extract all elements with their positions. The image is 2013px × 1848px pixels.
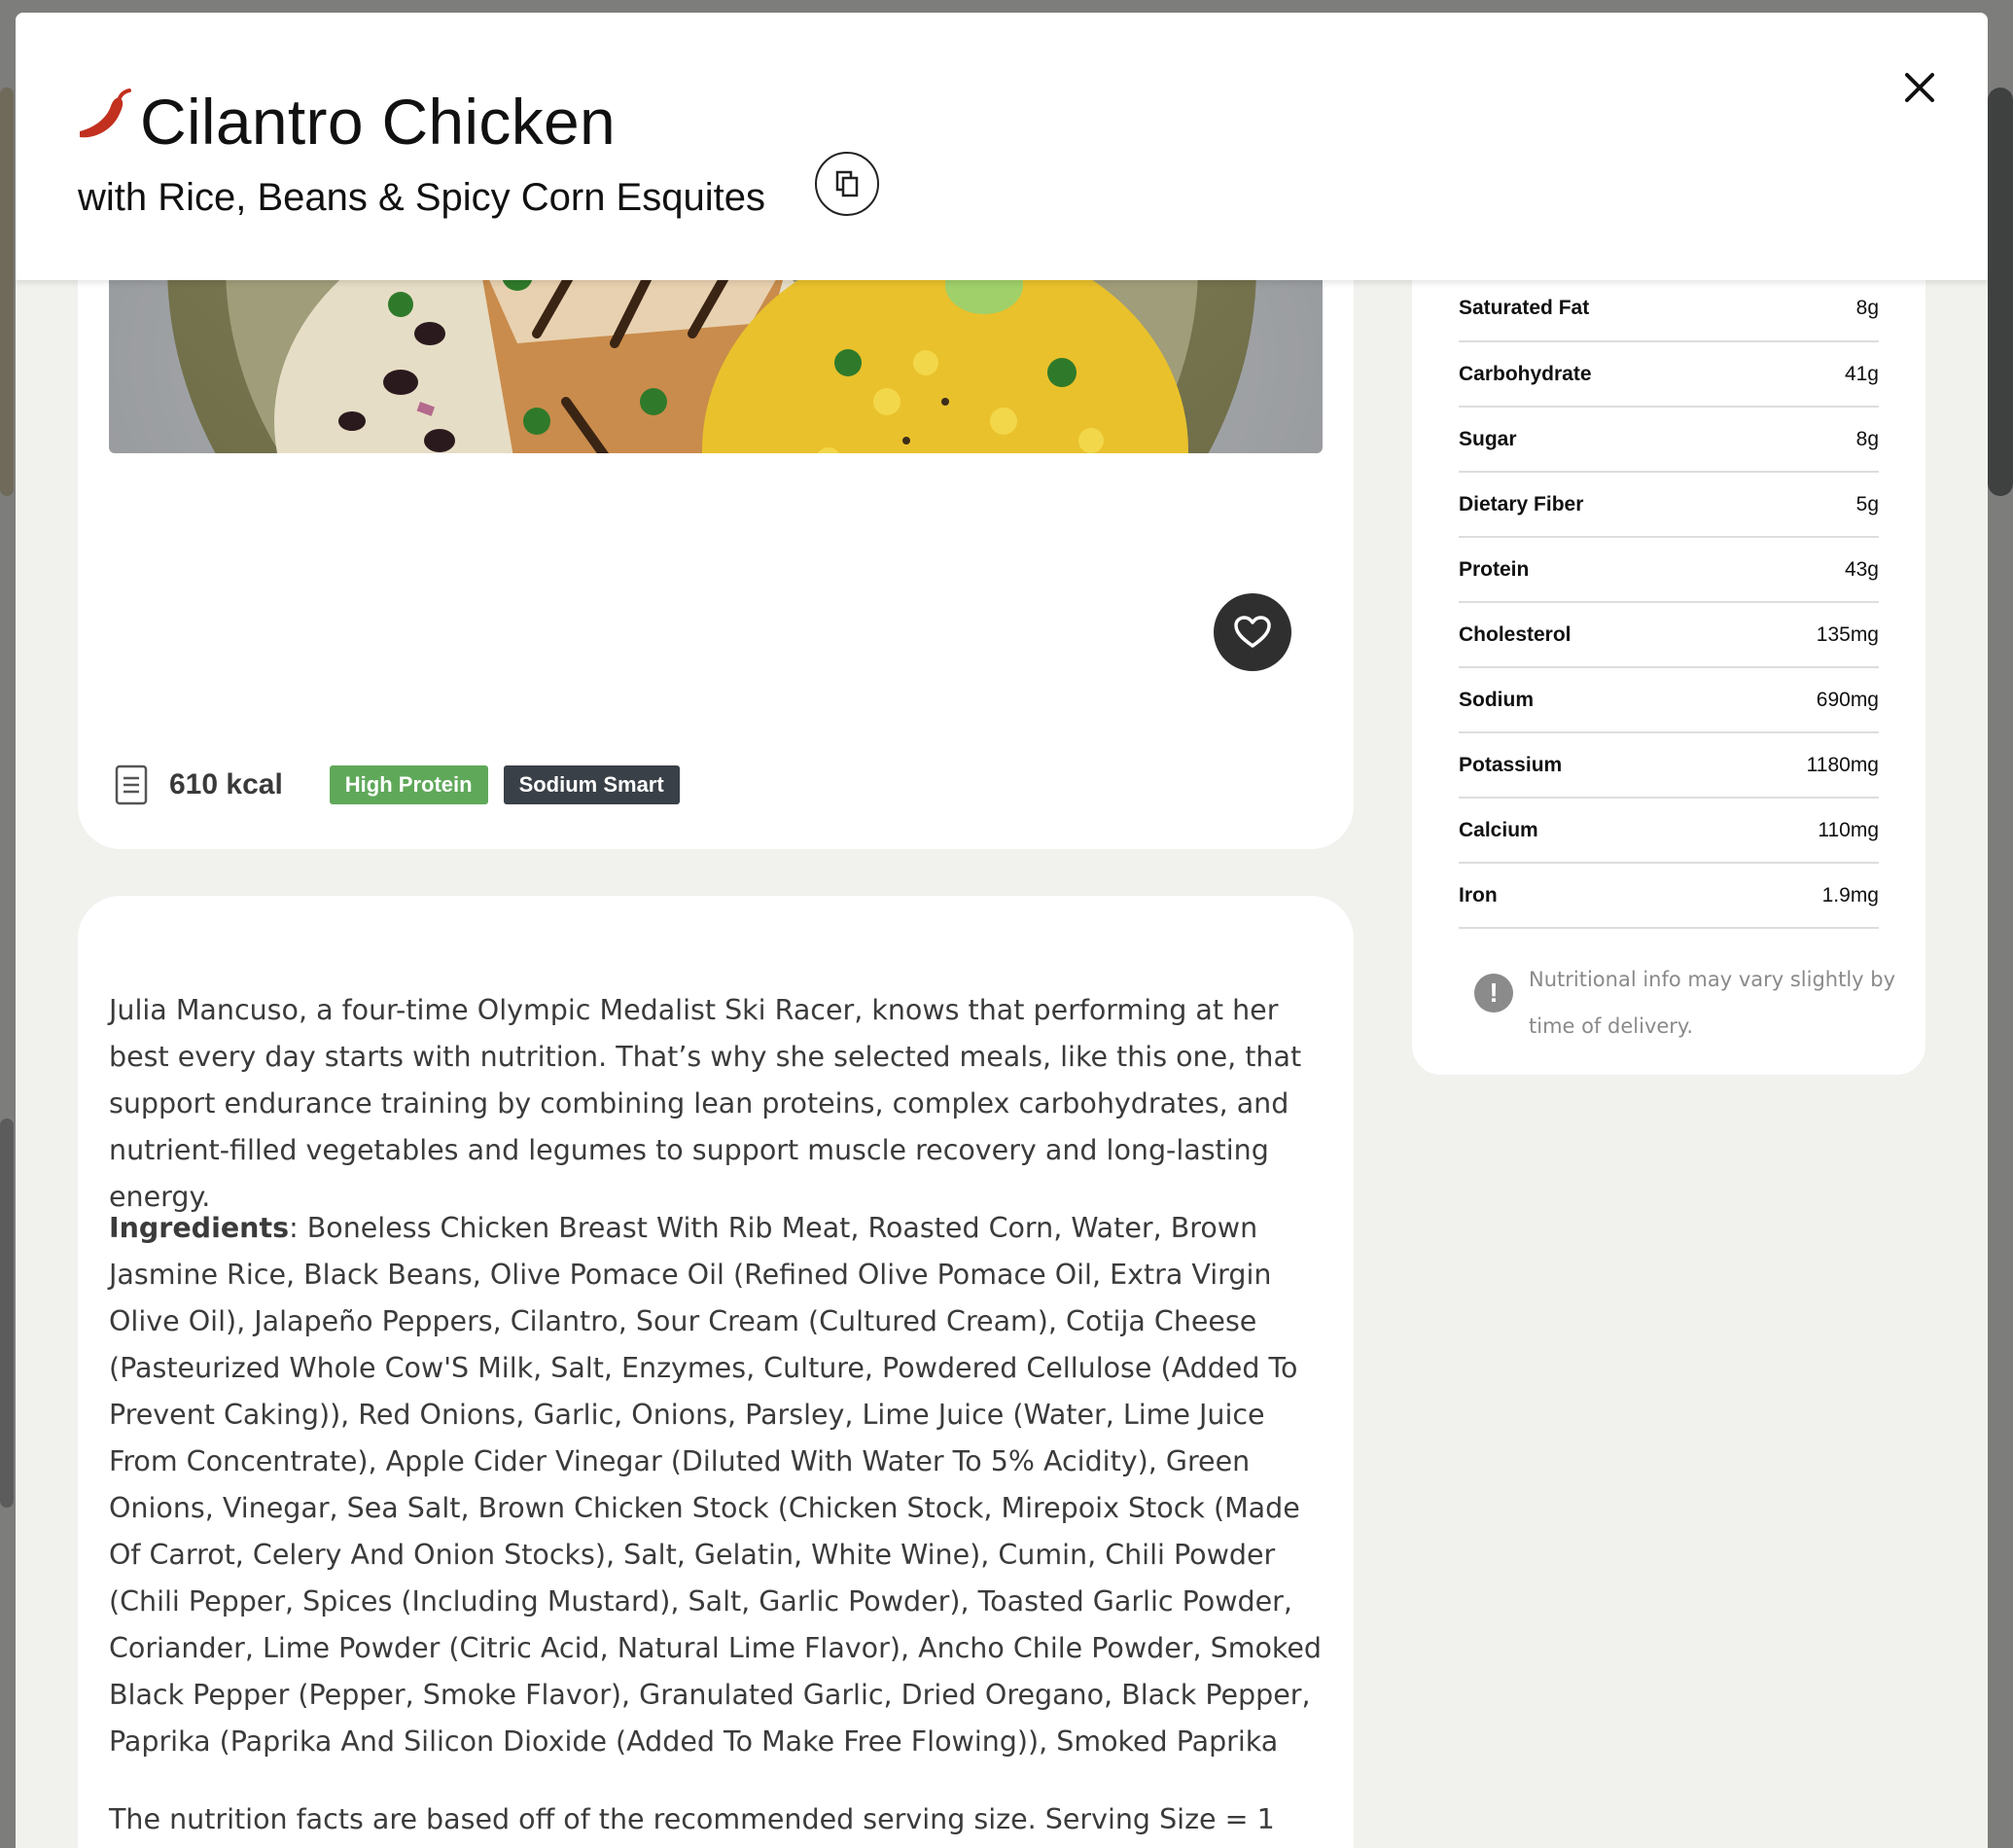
ingredients-list: Ingredients: Boneless Chicken Breast Wit… [109, 1205, 1334, 1765]
nutrition-row: Protein 43g [1459, 538, 1879, 603]
nutrient-value: 1180mg [1806, 753, 1879, 776]
nutrition-row: Sodium 690mg [1459, 668, 1879, 733]
ingredients-text: : Boneless Chicken Breast With Rib Meat,… [109, 1212, 1323, 1758]
nutrient-value: 43g [1844, 557, 1879, 581]
nutrition-label-icon [115, 764, 148, 805]
nutrition-row: Calcium 110mg [1459, 799, 1879, 864]
nutrient-value: 8g [1855, 427, 1879, 450]
nutrient-value: 1.9mg [1821, 883, 1879, 906]
meal-title: Cilantro Chicken [140, 86, 617, 158]
meal-detail-modal: Cilantro Chicken with Rice, Beans & Spic… [16, 13, 1988, 1848]
nutrition-row: Dietary Fiber 5g [1459, 473, 1879, 538]
ingredients-label: Ingredients [109, 1212, 290, 1244]
nutrient-name: Carbohydrate [1459, 362, 1592, 385]
nutrient-name: Sodium [1459, 688, 1534, 711]
copy-button[interactable] [815, 152, 879, 216]
nutrition-row: Sugar 8g [1459, 408, 1879, 473]
tag-sodium-smart: Sodium Smart [503, 765, 680, 804]
nutrition-row: Iron 1.9mg [1459, 864, 1879, 929]
info-alert-icon: ! [1474, 974, 1513, 1013]
chili-pepper-icon [80, 89, 131, 138]
nutrient-value: 135mg [1816, 622, 1879, 646]
nutrition-table: Saturated Fat 8g Carbohydrate 41g Sugar … [1459, 276, 1879, 929]
background-card-left-bottom [0, 1119, 14, 1508]
modal-header: Cilantro Chicken with Rice, Beans & Spic… [16, 13, 1988, 280]
serving-size-note: The nutrition facts are based off of the… [109, 1803, 1275, 1835]
copy-icon [835, 170, 859, 197]
nutrient-value: 690mg [1816, 688, 1879, 711]
meal-meta-row: 610 kcal High Protein Sodium Smart [115, 757, 695, 813]
nutrient-value: 8g [1855, 297, 1879, 319]
nutrient-name: Potassium [1459, 753, 1563, 776]
nutrient-name: Saturated Fat [1459, 297, 1590, 319]
tag-high-protein: High Protein [329, 765, 488, 804]
nutrient-name: Sugar [1459, 427, 1517, 450]
nutrition-disclaimer-text: Nutritional info may vary slightly by ti… [1529, 968, 1896, 1038]
heart-icon [1234, 616, 1271, 648]
calories-value: 610 kcal [169, 768, 283, 800]
favorite-button[interactable] [1214, 593, 1291, 671]
close-icon [1905, 73, 1934, 102]
nutrient-value: 110mg [1818, 818, 1879, 841]
background-card-left-top [0, 88, 14, 496]
nutrient-name: Iron [1459, 883, 1498, 906]
meal-description: Julia Mancuso, a four-time Olympic Medal… [109, 994, 1302, 1213]
meal-subtitle: with Rice, Beans & Spicy Corn Esquites [78, 176, 765, 219]
nutrition-row: Potassium 1180mg [1459, 733, 1879, 799]
nutrient-value: 5g [1855, 492, 1879, 515]
nutrient-value: 41g [1844, 362, 1879, 385]
nutrient-name: Calcium [1459, 818, 1538, 841]
nutrient-name: Dietary Fiber [1459, 492, 1584, 515]
nutrient-name: Protein [1459, 557, 1530, 581]
nutrition-row: Saturated Fat 8g [1459, 276, 1879, 342]
nutrient-name: Cholesterol [1459, 622, 1572, 646]
background-card-right-top [1988, 88, 2013, 496]
close-button[interactable] [1895, 63, 1944, 112]
nutrition-row: Carbohydrate 41g [1459, 342, 1879, 408]
nutrition-row: Cholesterol 135mg [1459, 603, 1879, 668]
